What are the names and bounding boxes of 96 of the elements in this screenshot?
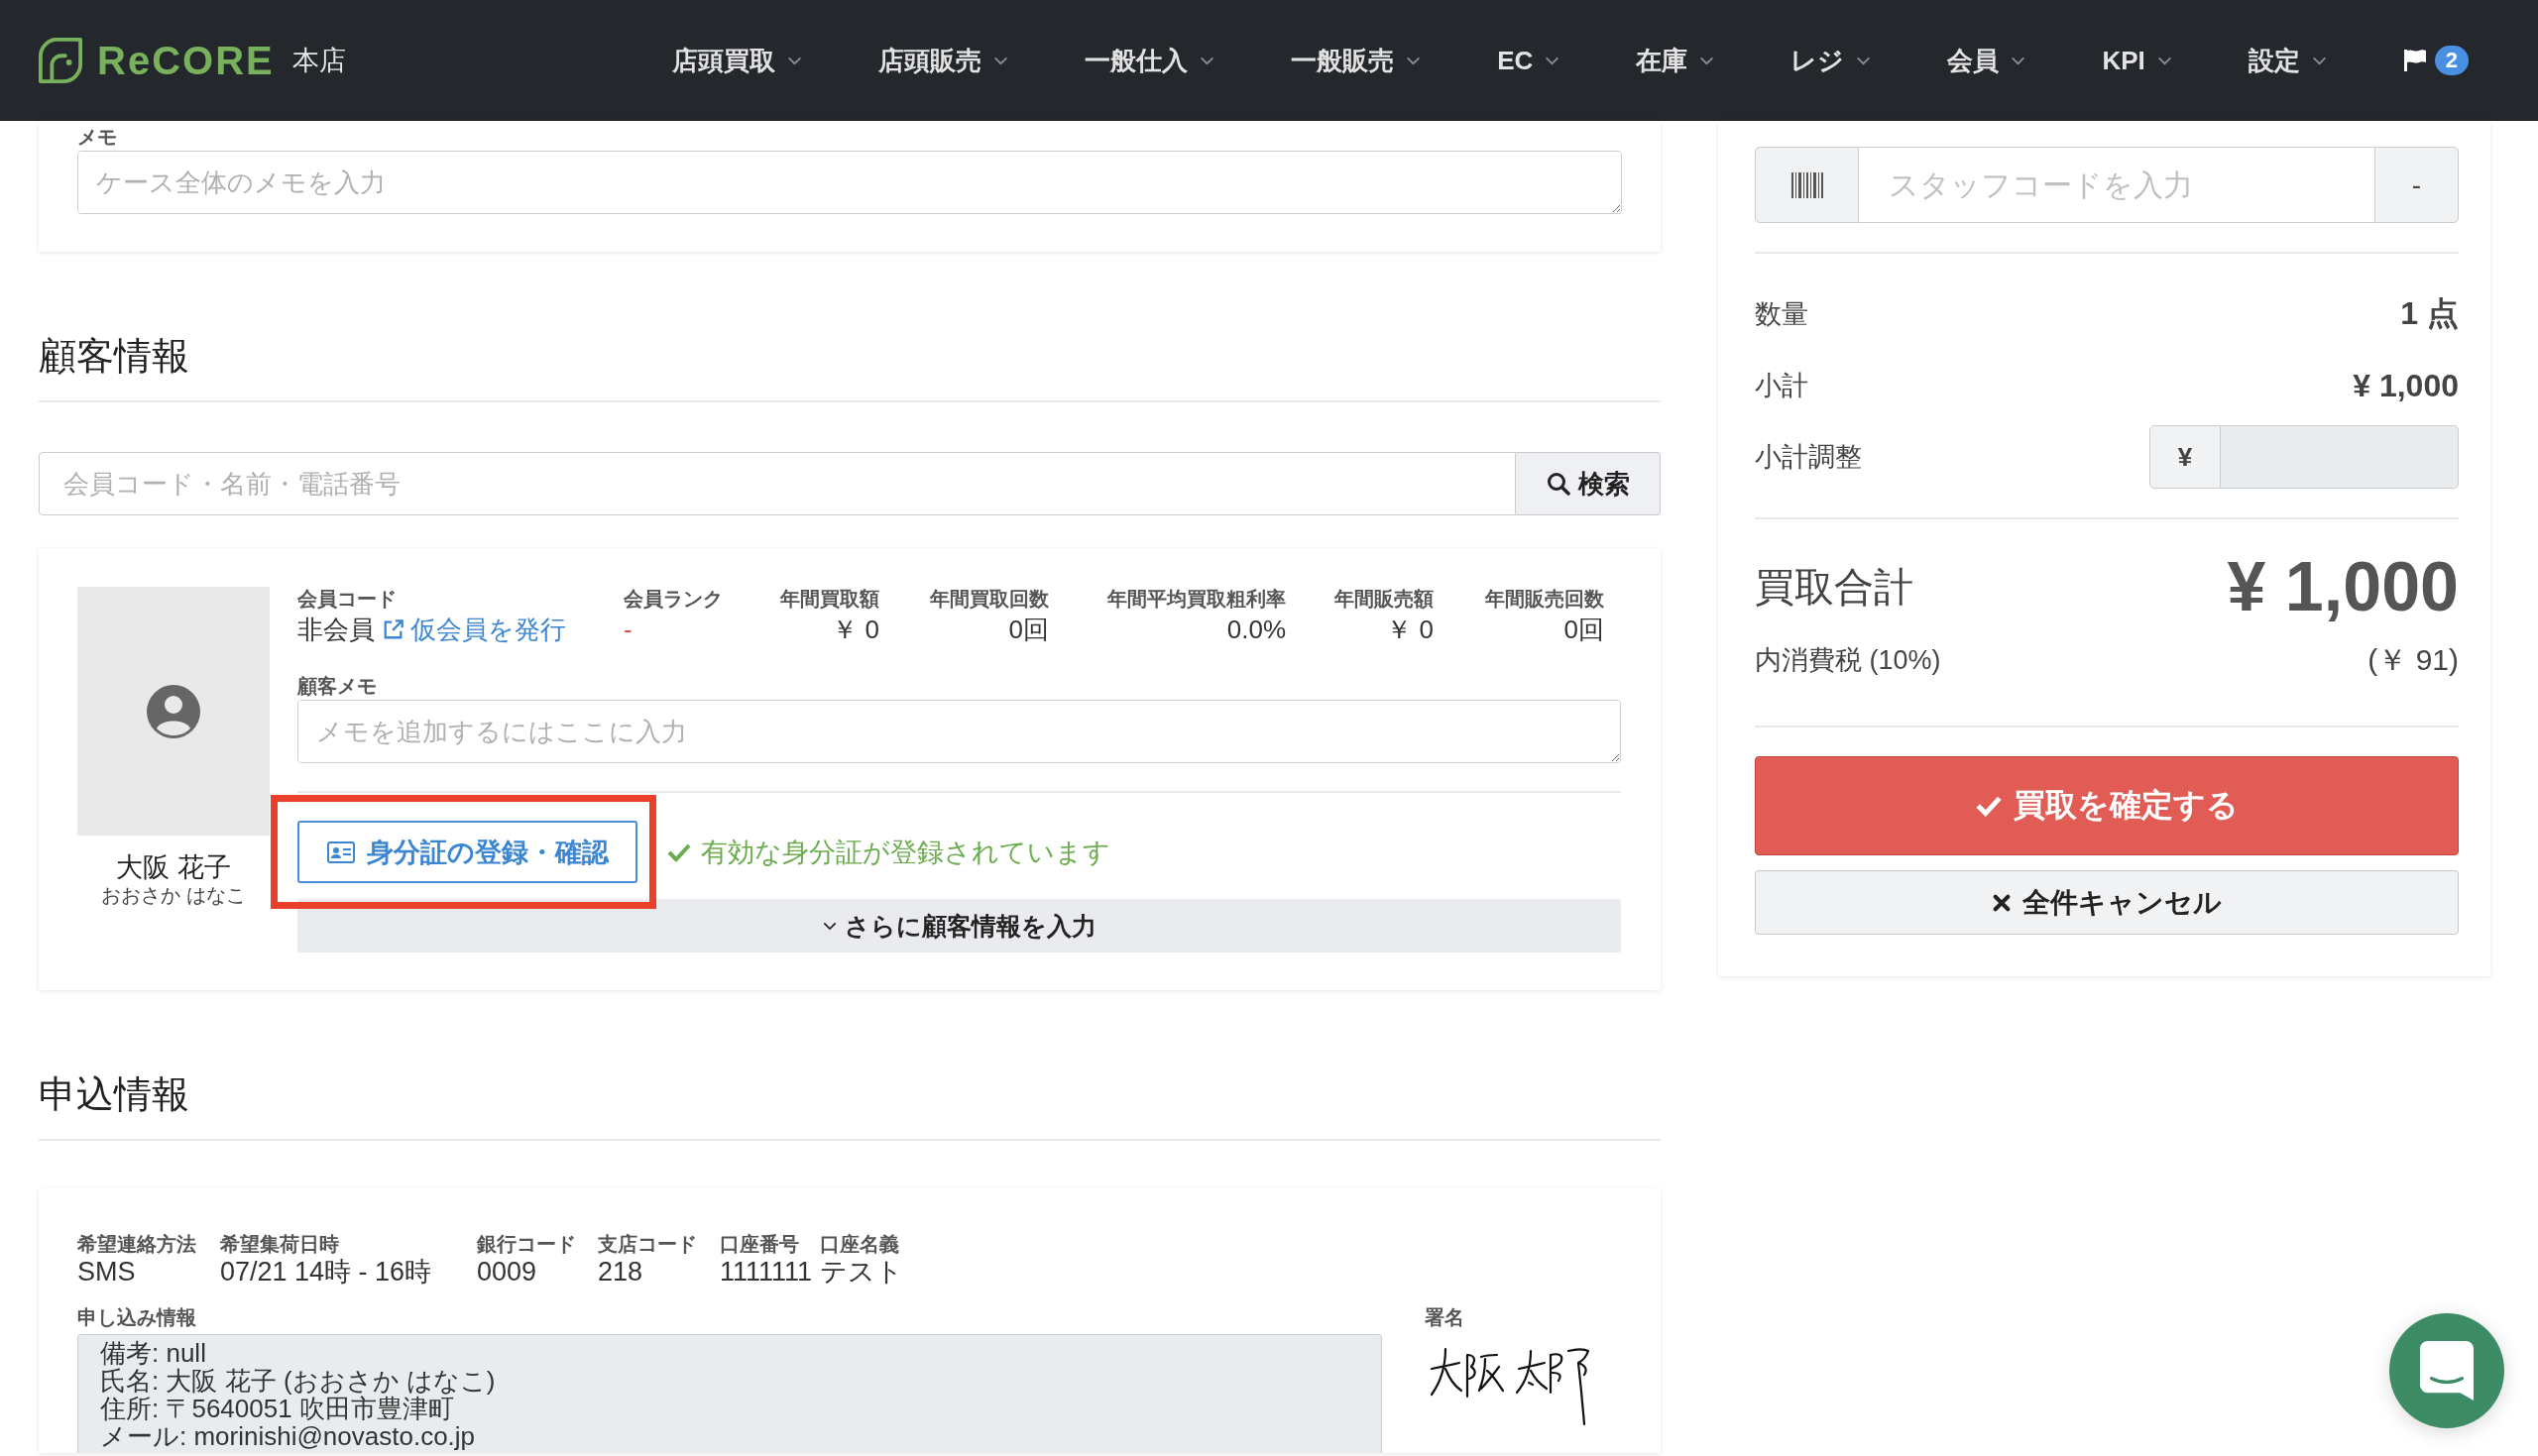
chevron-down-icon bbox=[1545, 56, 1560, 65]
id-card-icon bbox=[326, 840, 355, 863]
id-status-text: 有効な身分証が登録されています bbox=[701, 836, 1110, 869]
details-line: 住所: 〒5640051 吹田市豊津町 bbox=[100, 1395, 454, 1422]
stat-label: 年間買取回数 bbox=[928, 587, 1049, 611]
stat-value: - bbox=[624, 615, 634, 644]
section-heading: 申込情報 bbox=[39, 1071, 1661, 1141]
chevron-down-icon bbox=[2011, 56, 2026, 65]
search-field[interactable]: 会員コード・名前・電話番号 bbox=[39, 452, 1516, 515]
stat-value: ￥ 0 bbox=[1385, 615, 1434, 644]
check-icon bbox=[1975, 795, 2002, 817]
nav-menu-item[interactable]: レジ bbox=[1790, 43, 1872, 78]
check-icon bbox=[667, 841, 691, 862]
barcode-icon bbox=[1790, 171, 1823, 198]
field-value: 218 bbox=[598, 1256, 644, 1288]
nav-menu-item[interactable]: 在庫 bbox=[1636, 43, 1715, 78]
stat-label: 年間平均買取粗利率 bbox=[1105, 587, 1286, 611]
notification-badge: 2 bbox=[2434, 46, 2469, 75]
field-label: 銀行コード bbox=[477, 1232, 577, 1256]
summary-label: 小計 bbox=[1755, 370, 1808, 402]
memo-field[interactable]: ケース全体のメモを入力 bbox=[77, 151, 1622, 214]
external-link-icon bbox=[383, 618, 404, 640]
field-value: 1111111 bbox=[720, 1256, 814, 1288]
details-line: メール: morinishi@novasto.co.jp bbox=[100, 1422, 477, 1450]
total-label: 買取合計 bbox=[1755, 563, 1913, 611]
close-icon bbox=[1992, 893, 2011, 912]
application-details-box[interactable]: 備考: null 氏名: 大阪 花子 (おおさか はなこ) 住所: 〒5640051 吹田市豊津町 メール: morinishi@novasto.co.jp bbox=[77, 1334, 1382, 1453]
field-label: 申し込み情報 bbox=[77, 1305, 197, 1329]
field-value: SMS bbox=[77, 1256, 137, 1288]
stat-value: 非会員 bbox=[297, 615, 375, 644]
chevron-down-icon bbox=[787, 56, 803, 65]
nav-menu-item[interactable]: 設定 bbox=[2248, 43, 2327, 78]
chat-icon bbox=[2420, 1341, 2474, 1400]
chevron-down-icon bbox=[1856, 56, 1872, 65]
summary-label: 数量 bbox=[1755, 298, 1808, 331]
field-label: メモ bbox=[77, 125, 118, 149]
chevron-down-icon bbox=[2156, 56, 2172, 65]
chevron-down-icon bbox=[1406, 56, 1422, 65]
section-heading: 顧客情報 bbox=[39, 333, 1661, 402]
store-name: 本店 bbox=[291, 45, 346, 77]
chevron-down-icon bbox=[1699, 56, 1715, 65]
chevron-down-icon bbox=[993, 56, 1009, 65]
user-icon bbox=[146, 683, 201, 739]
field-label: 口座番号 bbox=[720, 1232, 800, 1256]
chevron-down-icon bbox=[822, 921, 837, 931]
id-register-button[interactable]: 身分証の登録・確認 bbox=[297, 821, 637, 883]
stat-label: 会員コード bbox=[297, 587, 398, 611]
field-label: 希望連絡方法 bbox=[77, 1232, 197, 1256]
tax-label: 内消費税 (10%) bbox=[1755, 644, 1941, 677]
logo-icon bbox=[38, 37, 83, 84]
customer-name: 大阪 花子 bbox=[115, 851, 232, 883]
cancel-all-button[interactable]: 全件キャンセル bbox=[1755, 870, 2459, 935]
field-label: 署名 bbox=[1425, 1305, 1465, 1329]
chevron-down-icon bbox=[2311, 56, 2327, 65]
chevron-down-icon bbox=[1200, 56, 1215, 65]
nav-menu-item[interactable]: 会員 bbox=[1947, 43, 2026, 78]
stat-label: 年間買取額 bbox=[778, 587, 879, 611]
flag-icon bbox=[2402, 49, 2427, 72]
field-label: 顧客メモ bbox=[297, 674, 378, 698]
nav-menu-item[interactable]: 店頭販売 bbox=[878, 43, 1009, 78]
details-line: 氏名: 大阪 花子 (おおさか はなこ) bbox=[100, 1367, 497, 1395]
field-value: 07/21 14時 - 16時 bbox=[220, 1256, 433, 1288]
confirm-purchase-button[interactable]: 買取を確定する bbox=[1755, 756, 2459, 855]
nav-menu-item[interactable]: 一般仕入 bbox=[1085, 43, 1215, 78]
nav-menu-item[interactable]: EC bbox=[1497, 45, 1560, 76]
stat-value: 0回 bbox=[1007, 615, 1049, 644]
field-label: 口座名義 bbox=[820, 1232, 900, 1256]
stat-label: 年間販売額 bbox=[1332, 587, 1434, 611]
staff-code-field[interactable]: スタッフコードを入力 bbox=[1859, 147, 2374, 223]
details-line: 備考: null bbox=[100, 1339, 207, 1367]
currency-addon: ¥ bbox=[2149, 425, 2221, 489]
search-button[interactable]: 検索 bbox=[1516, 452, 1661, 515]
logo-text: ReCORE bbox=[97, 38, 275, 83]
field-value: 0009 bbox=[477, 1256, 538, 1288]
temporary-member-link[interactable]: 仮会員を発行 bbox=[383, 615, 566, 644]
field-value: テスト bbox=[820, 1256, 904, 1288]
summary-value: ¥ 1,000 bbox=[2353, 367, 2459, 404]
nav-menu-item[interactable]: 一般販売 bbox=[1291, 43, 1422, 78]
field-label: 支店コード bbox=[598, 1232, 698, 1256]
stat-value: ￥ 0 bbox=[831, 615, 879, 644]
stat-value: 0回 bbox=[1562, 615, 1604, 644]
summary-label: 小計調整 bbox=[1755, 441, 1862, 474]
stat-label: 年間販売回数 bbox=[1483, 587, 1604, 611]
search-icon bbox=[1546, 472, 1570, 496]
total-value: ¥ 1,000 bbox=[2227, 547, 2459, 626]
tax-value: (￥ 91) bbox=[2367, 641, 2459, 678]
customer-kana: おおさか はなこ bbox=[100, 883, 247, 907]
nav-menu-item[interactable]: 店頭買取 bbox=[672, 43, 803, 78]
summary-value: 1 点 bbox=[2400, 294, 2459, 333]
stat-value: 0.0% bbox=[1225, 615, 1286, 644]
more-customer-info-button[interactable]: さらに顧客情報を入力 bbox=[297, 899, 1621, 952]
field-label: 希望集荷日時 bbox=[220, 1232, 340, 1256]
customer-memo-field[interactable]: メモを追加するにはここに入力 bbox=[297, 700, 1621, 763]
staff-code-button[interactable]: - bbox=[2374, 147, 2459, 223]
stat-label: 会員ランク bbox=[624, 587, 724, 611]
nav-menu-item[interactable]: KPI bbox=[2102, 45, 2172, 76]
